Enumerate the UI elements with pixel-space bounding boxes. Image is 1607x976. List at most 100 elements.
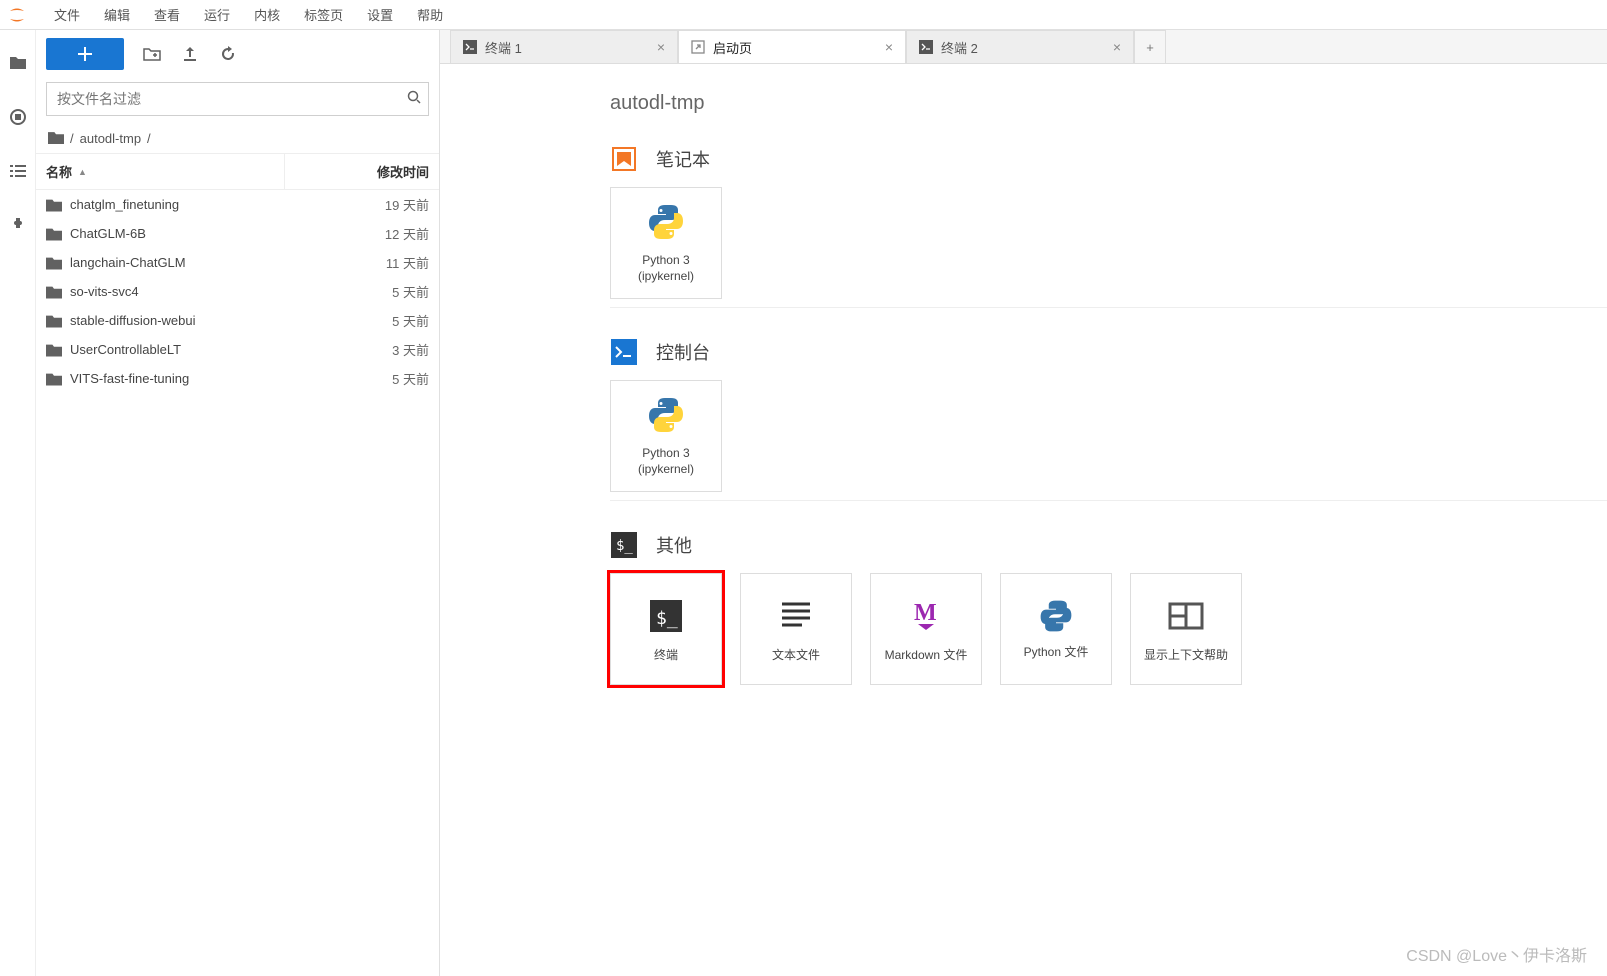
column-name-header[interactable]: 名称▲	[36, 154, 284, 189]
menu-kernel[interactable]: 内核	[242, 1, 292, 28]
file-row[interactable]: chatglm_finetuning 19 天前	[36, 190, 439, 219]
terminal-icon: $_	[644, 594, 688, 638]
card-label: 终端	[654, 648, 678, 664]
file-browser-header: 名称▲ 修改时间	[36, 153, 439, 190]
svg-text:$_: $_	[656, 608, 678, 629]
folder-icon	[46, 372, 62, 386]
folder-icon	[46, 285, 62, 299]
folder-icon	[48, 130, 64, 147]
notebook-section-icon	[610, 145, 638, 173]
launch-icon	[691, 40, 705, 54]
file-modified: 11 天前	[294, 253, 429, 272]
launcher-card-markdown[interactable]: M Markdown 文件	[870, 573, 982, 685]
text-icon	[774, 594, 818, 638]
folder-icon	[46, 256, 62, 270]
launcher-card-python[interactable]: Python 文件	[1000, 573, 1112, 685]
card-label: Markdown 文件	[885, 648, 968, 664]
sort-ascending-icon: ▲	[78, 167, 87, 177]
file-row[interactable]: VITS-fast-fine-tuning 5 天前	[36, 364, 439, 393]
launcher-card-terminal[interactable]: $_ 终端	[610, 573, 722, 685]
svg-text:M: M	[914, 600, 937, 626]
folder-icon	[46, 314, 62, 328]
folder-icon	[46, 343, 62, 357]
file-modified: 12 天前	[294, 224, 429, 243]
launcher-card-notebook-python3[interactable]: Python 3(ipykernel)	[610, 187, 722, 299]
console-section-icon	[610, 338, 638, 366]
new-folder-icon[interactable]	[142, 44, 162, 64]
menubar: 文件 编辑 查看 运行 内核 标签页 设置 帮助	[0, 0, 1607, 30]
activity-bar	[0, 30, 36, 976]
breadcrumb[interactable]: / autodl-tmp /	[36, 124, 439, 153]
running-sessions-tab-icon[interactable]	[9, 108, 27, 126]
markdown-icon: M	[904, 594, 948, 638]
new-launcher-button[interactable]	[46, 38, 124, 70]
breadcrumb-root[interactable]: /	[70, 131, 74, 146]
menu-tabs[interactable]: 标签页	[292, 1, 355, 28]
menu-settings[interactable]: 设置	[355, 1, 405, 28]
close-icon[interactable]: ×	[1113, 39, 1121, 55]
file-modified: 5 天前	[294, 282, 429, 301]
tab-终端 1[interactable]: 终端 1 ×	[450, 30, 678, 63]
breadcrumb-folder[interactable]: autodl-tmp	[80, 131, 141, 146]
upload-icon[interactable]	[180, 44, 200, 64]
file-row[interactable]: langchain-ChatGLM 11 天前	[36, 248, 439, 277]
file-browser-toolbar	[36, 30, 439, 78]
terminal-icon	[919, 40, 933, 54]
main-area: 终端 1×启动页×终端 2× + autodl-tmp 笔记本 Python 3…	[440, 30, 1607, 976]
toc-tab-icon[interactable]	[9, 162, 27, 180]
file-modified: 19 天前	[294, 195, 429, 214]
folder-icon	[46, 198, 62, 212]
jupyter-logo-icon	[6, 4, 28, 26]
file-row[interactable]: ChatGLM-6B 12 天前	[36, 219, 439, 248]
menu-view[interactable]: 查看	[142, 1, 192, 28]
file-modified: 5 天前	[294, 311, 429, 330]
folder-icon	[46, 227, 62, 241]
file-name: ChatGLM-6B	[70, 226, 146, 241]
tab-label: 启动页	[713, 38, 752, 57]
file-browser-tab-icon[interactable]	[9, 54, 27, 72]
menu-file[interactable]: 文件	[42, 1, 92, 28]
file-name: chatglm_finetuning	[70, 197, 179, 212]
launcher-card-text[interactable]: 文本文件	[740, 573, 852, 685]
tab-启动页[interactable]: 启动页 ×	[678, 30, 906, 63]
close-icon[interactable]: ×	[657, 39, 665, 55]
help-icon	[1164, 594, 1208, 638]
other-section-icon: $_	[610, 531, 638, 559]
launcher-card-console-python3[interactable]: Python 3(ipykernel)	[610, 380, 722, 492]
watermark-text: CSDN @Love丶伊卡洛斯	[1406, 942, 1587, 966]
menu-edit[interactable]: 编辑	[92, 1, 142, 28]
terminal-icon	[463, 40, 477, 54]
extensions-tab-icon[interactable]	[9, 216, 27, 234]
file-row[interactable]: UserControllableLT 3 天前	[36, 335, 439, 364]
launcher-card-help[interactable]: 显示上下文帮助	[1130, 573, 1242, 685]
refresh-icon[interactable]	[218, 44, 238, 64]
file-name: langchain-ChatGLM	[70, 255, 186, 270]
other-section-title: 其他	[656, 532, 692, 558]
new-tab-button[interactable]: +	[1134, 30, 1166, 63]
file-row[interactable]: stable-diffusion-webui5 天前	[36, 306, 439, 335]
column-modified-header[interactable]: 修改时间	[284, 154, 439, 189]
file-modified: 3 天前	[294, 340, 429, 359]
console-section-title: 控制台	[656, 339, 710, 365]
card-label: 显示上下文帮助	[1144, 648, 1228, 664]
tab-终端 2[interactable]: 终端 2×	[906, 30, 1134, 63]
python-icon	[645, 394, 687, 436]
menu-run[interactable]: 运行	[192, 1, 242, 28]
close-icon[interactable]: ×	[885, 39, 893, 55]
file-modified: 5 天前	[294, 369, 429, 388]
file-name: VITS-fast-fine-tuning	[70, 371, 189, 386]
file-row[interactable]: so-vits-svc4 5 天前	[36, 277, 439, 306]
menu-help[interactable]: 帮助	[405, 1, 455, 28]
launcher-panel: autodl-tmp 笔记本 Python 3(ipykernel)	[440, 64, 1607, 976]
card-label: 文本文件	[772, 648, 820, 664]
breadcrumb-sep: /	[147, 131, 151, 146]
python-icon	[1037, 597, 1075, 635]
file-name: UserControllableLT	[70, 342, 181, 357]
launcher-cwd-title: autodl-tmp	[610, 92, 1607, 115]
card-label: Python 文件	[1024, 645, 1089, 661]
tab-bar: 终端 1×启动页×终端 2× +	[440, 30, 1607, 64]
tab-label: 终端 1	[485, 38, 522, 57]
filter-input[interactable]	[46, 82, 429, 116]
file-name: so-vits-svc4	[70, 284, 139, 299]
file-browser-panel: / autodl-tmp / 名称▲ 修改时间 chatglm_finetuni…	[36, 30, 440, 976]
